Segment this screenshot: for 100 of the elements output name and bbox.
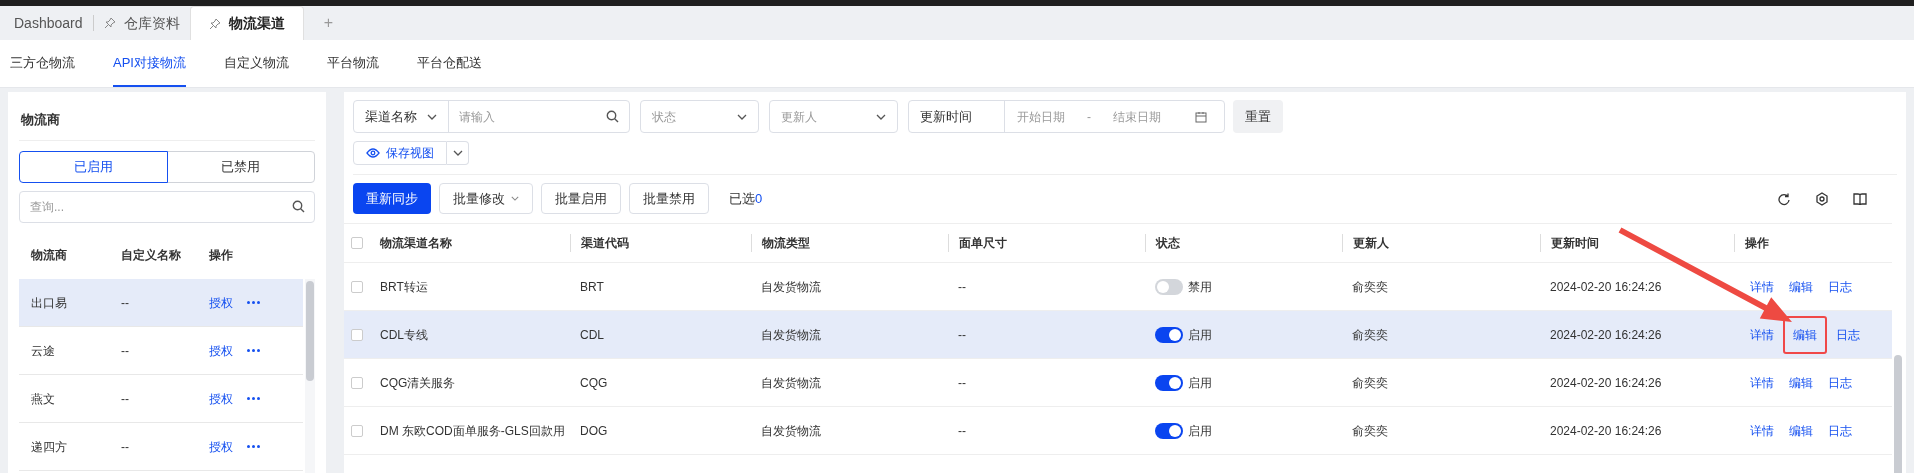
- batch-enable-button[interactable]: 批量启用: [541, 183, 621, 214]
- action-link[interactable]: 详情: [1744, 420, 1780, 441]
- action-link[interactable]: 编辑: [1783, 420, 1819, 441]
- sub-tab[interactable]: 平台仓配送: [416, 40, 482, 87]
- sub-tab[interactable]: 平台物流: [326, 40, 379, 87]
- save-view-button[interactable]: 保存视图: [353, 141, 447, 165]
- table-cell-text: CDL专线: [379, 326, 429, 344]
- table-cell-text: --: [121, 438, 130, 456]
- action-link[interactable]: 详情: [1744, 372, 1780, 393]
- status-text: 启用: [1188, 422, 1212, 440]
- table-cell-text: --: [957, 326, 967, 344]
- field-select[interactable]: 渠道名称: [354, 101, 449, 132]
- column-header: 物流渠道名称: [379, 235, 453, 252]
- date-range-filter[interactable]: 更新时间 开始日期 - 结束日期: [908, 100, 1225, 133]
- caret-icon: [737, 113, 747, 120]
- table-cell-text: 自发货物流: [760, 374, 822, 392]
- toggle-switch[interactable]: [1155, 278, 1183, 295]
- action-link[interactable]: 日志: [1822, 276, 1858, 297]
- book-icon[interactable]: [1853, 191, 1867, 206]
- checkbox[interactable]: [351, 376, 363, 389]
- table-cell-text: DOG: [579, 422, 609, 440]
- placeholder-text: 状态: [652, 108, 676, 126]
- more-icon[interactable]: [247, 349, 260, 352]
- table-cell-text: 俞奕奕: [1351, 278, 1389, 296]
- column-header: 面单尺寸: [948, 234, 1145, 252]
- search-field[interactable]: 查询...: [19, 191, 315, 223]
- action-link[interactable]: 编辑: [1783, 276, 1819, 297]
- segment-tab[interactable]: 已启用: [19, 151, 168, 183]
- table-cell-text: 2024-02-20 16:24:26: [1549, 326, 1663, 344]
- time-select[interactable]: 更新时间: [909, 101, 1005, 132]
- segment-tab[interactable]: 已禁用: [166, 151, 315, 183]
- column-header: 物流类型: [751, 234, 948, 252]
- toggle-switch[interactable]: [1155, 422, 1183, 439]
- selected-count: 已选0: [729, 189, 763, 208]
- keyword-filter[interactable]: 渠道名称 请输入: [353, 100, 630, 133]
- toggle-switch[interactable]: [1155, 374, 1183, 391]
- select-all-checkbox[interactable]: [351, 237, 363, 249]
- table-row[interactable]: CDL专线 CDL 自发货物流 -- 启用 俞奕奕 2024-02-20 16:24:26 详情 编辑 日志: [344, 311, 1892, 359]
- more-icon[interactable]: [247, 397, 260, 400]
- search-icon: [292, 200, 305, 213]
- action-link[interactable]: 编辑: [1783, 372, 1819, 393]
- table-cell-text: BRT转运: [379, 278, 429, 296]
- table-cell-text: 自发货物流: [760, 278, 822, 296]
- more-icon[interactable]: [247, 301, 260, 304]
- table-cell-text: 俞奕奕: [1351, 374, 1389, 392]
- table-cell-text: CQG: [579, 374, 609, 392]
- sub-tab[interactable]: API对接物流: [113, 40, 186, 87]
- action-link[interactable]: 详情: [1744, 276, 1780, 297]
- sub-tab[interactable]: 三方仓物流: [10, 40, 75, 87]
- caret-icon: [511, 196, 519, 201]
- page-tab[interactable]: 物流渠道: [189, 6, 304, 40]
- caret-icon: [876, 113, 886, 120]
- authorize-link[interactable]: 授权: [209, 341, 247, 360]
- table-cell-text: 自发货物流: [760, 422, 822, 440]
- status-text: 启用: [1188, 374, 1212, 392]
- search-icon: [606, 110, 619, 123]
- authorize-link[interactable]: 授权: [209, 437, 247, 456]
- page-tab[interactable]: 仓库资料: [93, 6, 190, 40]
- checkbox[interactable]: [351, 280, 363, 293]
- table-cell-text: --: [957, 422, 967, 440]
- caret-icon: [452, 150, 463, 156]
- table-cell-text: 2024-02-20 16:24:26: [1549, 422, 1663, 440]
- eye-icon: [366, 148, 380, 158]
- placeholder-text: 更新人: [781, 108, 817, 126]
- table-cell-text: --: [957, 374, 967, 392]
- checkbox[interactable]: [351, 328, 363, 341]
- batch-edit-button[interactable]: 批量修改: [439, 183, 533, 214]
- checkbox[interactable]: [351, 424, 363, 437]
- sync-button[interactable]: 重新同步: [353, 183, 431, 214]
- table-cell-text: 燕文: [31, 390, 56, 408]
- table-cell-text: 自发货物流: [760, 326, 822, 344]
- refresh-icon[interactable]: [1777, 191, 1791, 206]
- table-cell-text: CDL: [579, 326, 605, 344]
- column-header: 更新人: [1342, 234, 1540, 252]
- status-text: 启用: [1188, 326, 1212, 344]
- table-cell-text: 递四方: [31, 438, 68, 456]
- table-cell-text: 云途: [31, 342, 56, 360]
- sub-tab[interactable]: 自定义物流: [223, 40, 289, 87]
- table-cell-text: --: [121, 390, 130, 408]
- scrollbar-thumb[interactable]: [306, 281, 314, 381]
- page-tab[interactable]: Dashboard: [4, 6, 93, 40]
- table-cell-text: 俞奕奕: [1351, 422, 1389, 440]
- table-cell-text: --: [121, 294, 130, 312]
- reset-button[interactable]: 重置: [1233, 100, 1283, 133]
- table-cell-text: 俞奕奕: [1351, 326, 1389, 344]
- authorize-link[interactable]: 授权: [209, 293, 247, 312]
- column-header: 物流商: [31, 247, 68, 264]
- authorize-link[interactable]: 授权: [209, 389, 247, 408]
- action-link[interactable]: 日志: [1822, 372, 1858, 393]
- table-cell-text: BRT: [579, 278, 605, 296]
- table-cell-text: 出口易: [31, 294, 68, 312]
- settings-icon[interactable]: [1815, 191, 1829, 206]
- status-text: 禁用: [1188, 278, 1212, 296]
- batch-disable-button[interactable]: 批量禁用: [629, 183, 709, 214]
- carrier-row[interactable]: 出口易 -- 授权: [19, 279, 303, 327]
- action-link[interactable]: 日志: [1830, 324, 1866, 345]
- more-icon[interactable]: [247, 445, 260, 448]
- action-link[interactable]: 详情: [1744, 324, 1780, 345]
- action-link[interactable]: 日志: [1822, 420, 1858, 441]
- toggle-switch[interactable]: [1155, 326, 1183, 343]
